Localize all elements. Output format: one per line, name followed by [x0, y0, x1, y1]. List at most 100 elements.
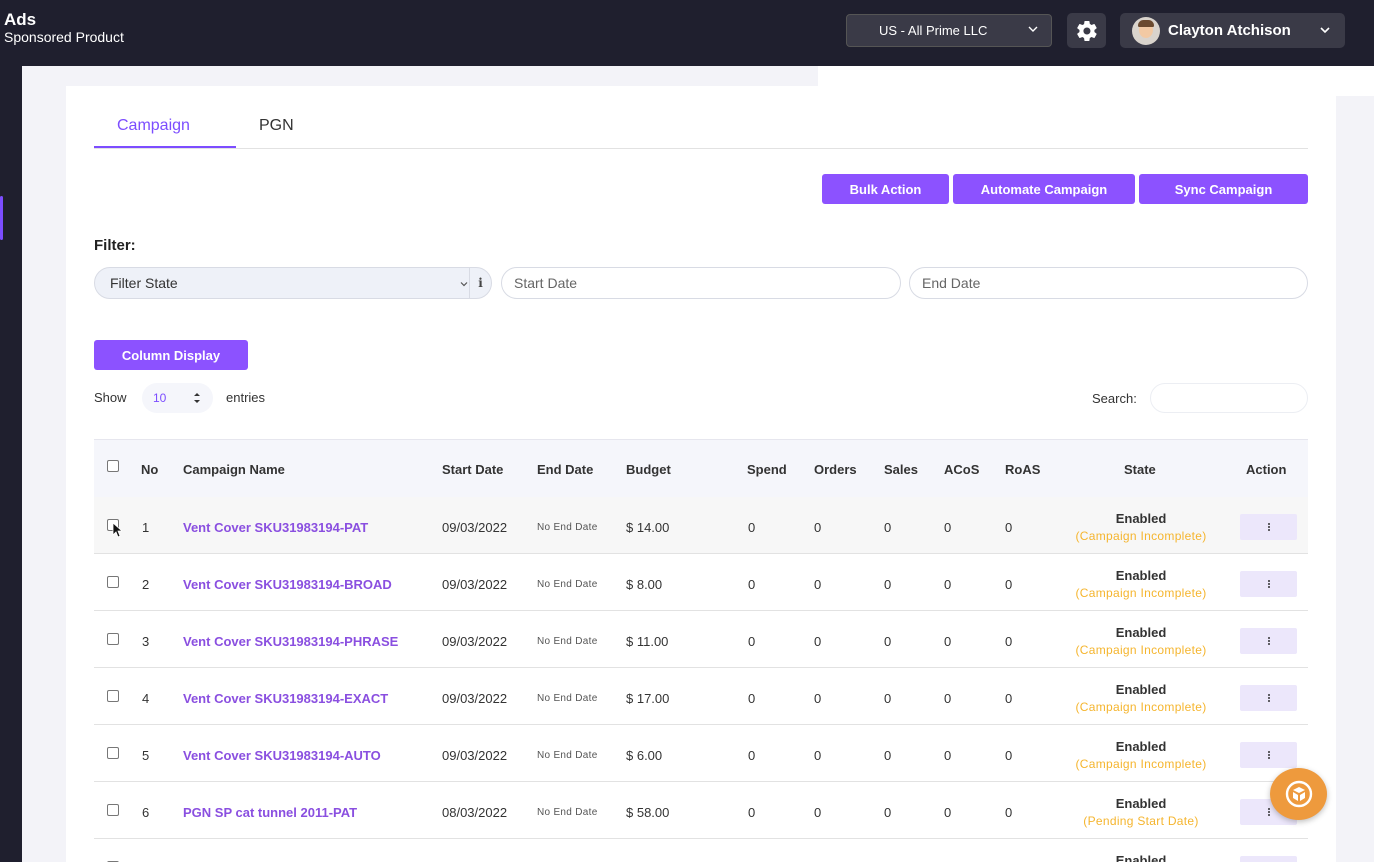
user-name: Clayton Atchison: [1168, 22, 1291, 39]
end-date-cell: No End Date: [537, 693, 598, 704]
campaign-name-link[interactable]: Vent Cover SKU31983194-PAT: [183, 520, 368, 535]
tab-pgn[interactable]: PGN: [259, 117, 294, 135]
account-select-label: US - All Prime LLC: [879, 23, 988, 38]
sync-campaign-button[interactable]: Sync Campaign: [1139, 174, 1308, 204]
sales-cell: 0: [884, 748, 892, 763]
spend-cell: 0: [748, 748, 756, 763]
budget-cell: $ 17.00: [626, 691, 670, 706]
settings-button[interactable]: [1067, 13, 1106, 48]
left-sidebar: [0, 66, 22, 862]
row-action-button[interactable]: [1240, 514, 1297, 540]
row-no: 4: [142, 691, 150, 706]
start-date-cell: 09/03/2022: [442, 634, 508, 649]
row-action-button[interactable]: [1240, 628, 1297, 654]
info-icon[interactable]: i: [469, 268, 491, 298]
budget-cell: $ 11.00: [626, 634, 669, 649]
orders-cell: 0: [814, 634, 822, 649]
app-title: Ads: [4, 10, 37, 29]
tab-bar: Campaign PGN: [94, 108, 1308, 149]
row-checkbox[interactable]: [107, 690, 119, 702]
col-state[interactable]: State: [1124, 462, 1156, 477]
col-campaign-name[interactable]: Campaign Name: [183, 462, 285, 477]
main-card: Campaign PGN Bulk Action Automate Campai…: [66, 86, 1336, 862]
kebab-menu-icon: [1267, 808, 1270, 816]
search-input[interactable]: [1150, 383, 1308, 413]
state-label: Enabled: [1115, 568, 1167, 583]
chat-widget-button[interactable]: [1270, 768, 1327, 820]
end-date-input[interactable]: End Date: [909, 267, 1308, 299]
table-row: 6 PGN SP cat tunnel 2011-PAT 08/03/2022 …: [94, 782, 1308, 839]
chevron-down-icon: [460, 282, 468, 287]
col-orders[interactable]: Orders: [814, 462, 857, 477]
user-menu-button[interactable]: Clayton Atchison: [1120, 13, 1345, 48]
active-tab-underline: [94, 146, 236, 148]
col-acos[interactable]: ACoS: [944, 462, 979, 477]
automate-campaign-button[interactable]: Automate Campaign: [953, 174, 1135, 204]
bulk-action-button[interactable]: Bulk Action: [822, 174, 949, 204]
filter-state-select[interactable]: Filter State i: [94, 267, 492, 299]
kebab-menu-icon: [1267, 580, 1270, 588]
filter-state-value: Filter State: [110, 275, 178, 291]
select-all-checkbox[interactable]: [107, 460, 119, 472]
roas-cell: 0: [1005, 748, 1013, 763]
row-checkbox[interactable]: [107, 576, 119, 588]
start-date-input[interactable]: Start Date: [501, 267, 901, 299]
entries-per-page-select[interactable]: 10: [142, 383, 213, 413]
campaign-name-link[interactable]: Vent Cover SKU31983194-BROAD: [183, 577, 392, 592]
table-row: 1 Vent Cover SKU31983194-PAT 09/03/2022 …: [94, 497, 1308, 554]
col-roas[interactable]: RoAS: [1005, 462, 1040, 477]
chevron-down-icon: [1320, 27, 1330, 34]
row-checkbox[interactable]: [107, 747, 119, 759]
orders-cell: 0: [814, 577, 822, 592]
start-date-cell: 09/03/2022: [442, 520, 508, 535]
sales-cell: 0: [884, 634, 892, 649]
state-label: Enabled: [1115, 625, 1167, 640]
state-note: (Campaign Incomplete): [1075, 757, 1207, 771]
spend-cell: 0: [748, 805, 756, 820]
col-end-date[interactable]: End Date: [537, 462, 593, 477]
row-no: 3: [142, 634, 150, 649]
col-start-date[interactable]: Start Date: [442, 462, 503, 477]
campaign-name-link[interactable]: Vent Cover SKU31983194-PHRASE: [183, 634, 398, 649]
table-row: 4 Vent Cover SKU31983194-EXACT 09/03/202…: [94, 668, 1308, 725]
campaign-name-link[interactable]: Vent Cover SKU31983194-AUTO: [183, 748, 381, 763]
row-checkbox[interactable]: [107, 633, 119, 645]
roas-cell: 0: [1005, 805, 1013, 820]
spend-cell: 0: [748, 691, 756, 706]
col-sales[interactable]: Sales: [884, 462, 918, 477]
start-date-cell: 09/03/2022: [442, 691, 508, 706]
campaign-name-link[interactable]: PGN SP cat tunnel 2011-PAT: [183, 805, 357, 820]
row-action-button[interactable]: [1240, 856, 1297, 862]
sales-cell: 0: [884, 520, 892, 535]
account-select[interactable]: US - All Prime LLC: [846, 14, 1052, 47]
campaign-name-link[interactable]: Vent Cover SKU31983194-EXACT: [183, 691, 388, 706]
row-action-button[interactable]: [1240, 685, 1297, 711]
kebab-menu-icon: [1267, 751, 1270, 759]
row-no: 2: [142, 577, 150, 592]
table-row: 5 Vent Cover SKU31983194-AUTO 09/03/2022…: [94, 725, 1308, 782]
column-display-button[interactable]: Column Display: [94, 340, 248, 370]
row-no: 1: [142, 520, 150, 535]
orders-cell: 0: [814, 520, 822, 535]
sidebar-active-indicator: [0, 196, 3, 240]
sort-updown-icon: [194, 393, 200, 403]
col-budget[interactable]: Budget: [626, 462, 671, 477]
row-no: 5: [142, 748, 150, 763]
acos-cell: 0: [944, 520, 952, 535]
row-checkbox[interactable]: [107, 804, 119, 816]
tab-campaign[interactable]: Campaign: [117, 117, 190, 135]
col-spend[interactable]: Spend: [747, 462, 787, 477]
roas-cell: 0: [1005, 691, 1013, 706]
row-action-button[interactable]: [1240, 742, 1297, 768]
state-label: Enabled: [1115, 739, 1167, 754]
chevron-down-icon: [1028, 26, 1038, 32]
row-action-button[interactable]: [1240, 571, 1297, 597]
sales-cell: 0: [884, 805, 892, 820]
state-label: Enabled: [1115, 511, 1167, 526]
col-no[interactable]: No: [141, 462, 158, 477]
spend-cell: 0: [748, 577, 756, 592]
orders-cell: 0: [814, 748, 822, 763]
cursor-icon: [112, 522, 122, 538]
roas-cell: 0: [1005, 577, 1013, 592]
acos-cell: 0: [944, 748, 952, 763]
